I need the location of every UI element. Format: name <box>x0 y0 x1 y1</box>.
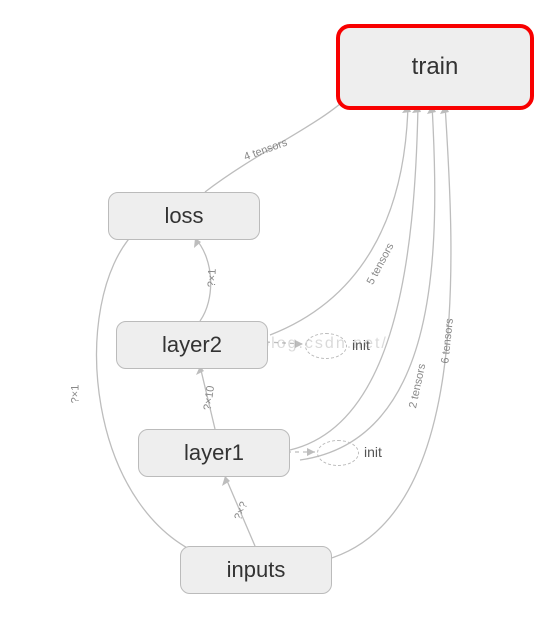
edge-label-inputs-layer1: ?×? <box>232 500 250 522</box>
edge-label-inputs-loss: ?×1 <box>69 385 81 404</box>
node-loss[interactable]: loss <box>108 192 260 240</box>
edge-label-layer1-train-b: 6 tensors <box>439 318 456 364</box>
edge-label-loss-train: 4 tensors <box>242 137 289 164</box>
node-init-layer2-label: init <box>352 337 370 353</box>
edge-label-layer1-layer2: ?×10 <box>202 385 217 411</box>
node-layer2-label: layer2 <box>162 332 222 358</box>
node-train[interactable]: train <box>336 24 534 110</box>
edge-label-layer2-loss: ?×1 <box>206 268 219 287</box>
node-inputs-label: inputs <box>227 557 286 583</box>
node-train-label: train <box>412 53 459 81</box>
node-layer2[interactable]: layer2 <box>116 321 268 369</box>
node-layer1[interactable]: layer1 <box>138 429 290 477</box>
edge-label-layer2-train: 5 tensors <box>365 241 397 287</box>
node-inputs[interactable]: inputs <box>180 546 332 594</box>
node-init-layer2[interactable] <box>305 333 347 359</box>
node-loss-label: loss <box>164 203 203 229</box>
node-layer1-label: layer1 <box>184 440 244 466</box>
edge-label-layer1-train-a: 2 tensors <box>407 363 428 410</box>
node-init-layer1-label: init <box>364 444 382 460</box>
node-init-layer1[interactable] <box>317 440 359 466</box>
